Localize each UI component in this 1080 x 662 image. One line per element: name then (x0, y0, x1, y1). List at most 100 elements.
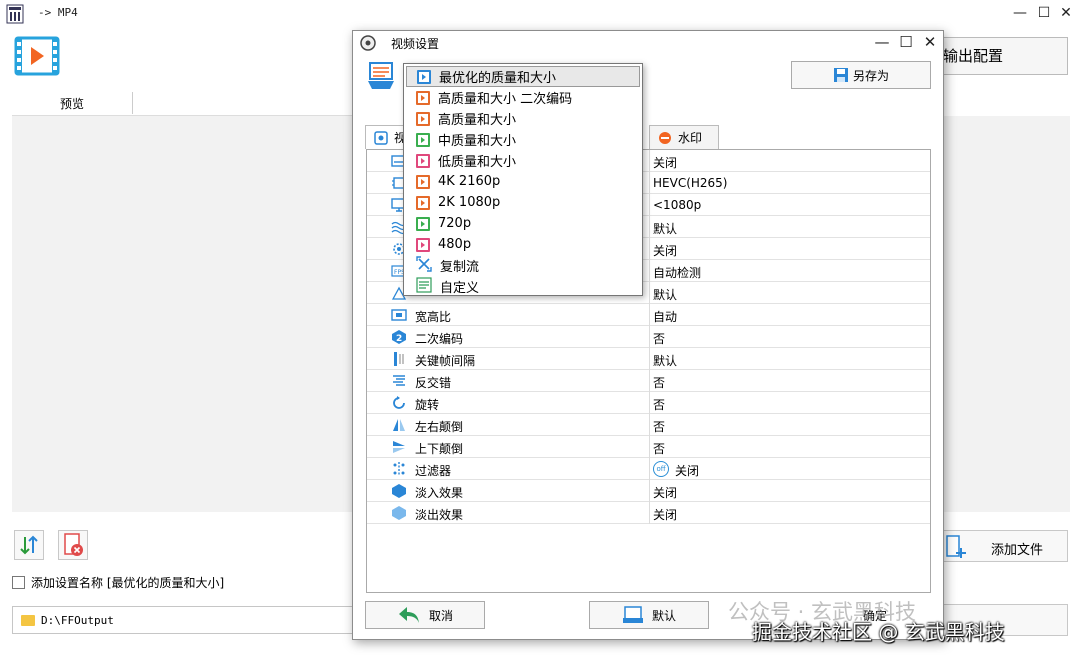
setting-value[interactable]: HEVC(H265) (653, 176, 727, 190)
settings-row[interactable]: 上下颠倒 否 (367, 436, 930, 458)
custom-profile-icon (416, 276, 432, 297)
setting-value[interactable]: 否 (653, 440, 665, 457)
clear-list-button[interactable] (58, 530, 88, 560)
preset-option[interactable]: 中质量和大小 (406, 129, 640, 150)
setting-value[interactable]: 关闭 (653, 506, 677, 523)
dialog-title-bar: 视频设置 — ☐ ✕ (353, 31, 943, 55)
setting-value[interactable]: 否 (653, 374, 665, 391)
film-icon (416, 174, 430, 189)
save-name-checkbox[interactable] (12, 576, 25, 589)
film-icon (416, 153, 430, 168)
save-name-label: 添加设置名称 [最优化的质量和大小] (31, 576, 225, 590)
watermark-tab-icon (659, 131, 671, 144)
main-window-title: -> MP4 (38, 6, 78, 19)
setting-value[interactable]: 关闭 (653, 154, 677, 171)
save-name-option[interactable]: 添加设置名称 [最优化的质量和大小] (12, 574, 224, 591)
delete-file-icon (64, 533, 83, 556)
settings-row[interactable]: 反交错 否 (367, 370, 930, 392)
keyframe-icon (391, 351, 407, 367)
settings-row[interactable]: 旋转 否 (367, 392, 930, 414)
setting-value[interactable]: 默认 (653, 220, 677, 237)
column-divider (649, 436, 650, 458)
copy-stream-icon (416, 255, 432, 276)
add-file-button[interactable]: 添加文件 (934, 530, 1068, 562)
maximize-icon[interactable]: ☐ (1036, 5, 1052, 21)
setting-value[interactable]: 否 (653, 418, 665, 435)
settings-row[interactable]: 2 二次编码 否 (367, 326, 930, 348)
dialog-close-icon[interactable]: ✕ (921, 33, 939, 51)
preset-option[interactable]: 480p (406, 234, 640, 255)
preset-option[interactable]: 4K 2160p (406, 171, 640, 192)
column-divider (649, 150, 650, 172)
preset-option-label: 4K 2160p (438, 174, 501, 189)
preset-option[interactable]: 复制流 (406, 255, 640, 276)
setting-value[interactable]: 关闭 (675, 462, 699, 479)
filter-icon (391, 461, 407, 477)
dialog-title: 视频设置 (391, 37, 440, 51)
column-divider (649, 304, 650, 326)
default-button[interactable]: 默认 (589, 601, 709, 629)
video-tab-icon (374, 130, 388, 145)
setting-name: 淡入效果 (415, 486, 464, 500)
aspect-ratio-icon (391, 307, 407, 323)
settings-row[interactable]: 宽高比 自动 (367, 304, 930, 326)
setting-name: 淡出效果 (415, 508, 464, 522)
setting-value[interactable]: 默认 (653, 352, 677, 369)
flip-horizontal-icon (391, 417, 407, 433)
preset-option[interactable]: 高质量和大小 (406, 108, 640, 129)
off-toggle-icon[interactable]: off (653, 461, 669, 477)
default-label: 默认 (651, 608, 676, 623)
preset-option-label: 中质量和大小 (438, 134, 517, 149)
setting-value[interactable]: 否 (653, 396, 665, 413)
tab-watermark-label: 水印 (678, 131, 703, 145)
setting-name: 反交错 (415, 376, 452, 390)
preset-option[interactable]: 低质量和大小 (406, 150, 640, 171)
close-icon[interactable]: ✕ (1058, 5, 1074, 21)
dialog-maximize-icon[interactable]: ☐ (897, 33, 915, 51)
setting-value[interactable]: 默认 (653, 286, 677, 303)
preset-option-label: 720p (438, 216, 472, 231)
sort-button[interactable] (14, 530, 44, 560)
preset-option[interactable]: 自定义 (406, 276, 640, 297)
film-icon (416, 216, 430, 231)
preset-option[interactable]: 720p (406, 213, 640, 234)
column-divider (649, 216, 650, 238)
column-divider (649, 282, 650, 304)
settings-row[interactable]: 淡出效果 关闭 (367, 502, 930, 524)
cancel-label: 取消 (428, 608, 453, 623)
app-icon (6, 4, 24, 24)
preset-option-label: 480p (438, 237, 472, 252)
settings-row[interactable]: 淡入效果 关闭 (367, 480, 930, 502)
preset-dropdown-list: 最优化的质量和大小 高质量和大小 二次编码 高质量和大小中质量和大小 低质量和大小 4K… (403, 63, 643, 296)
setting-value[interactable]: 关闭 (653, 484, 677, 501)
setting-value[interactable]: 关闭 (653, 242, 677, 259)
setting-value[interactable]: 自动 (653, 308, 677, 325)
setting-value[interactable]: 自动检测 (653, 264, 701, 281)
preset-option[interactable]: 高质量和大小 二次编码 (406, 87, 640, 108)
setting-name: 过滤器 (415, 464, 452, 478)
preset-option[interactable]: 最优化的质量和大小 (406, 66, 640, 87)
preset-option-label: 复制流 (440, 260, 480, 275)
preset-option[interactable]: 2K 1080p (406, 192, 640, 213)
film-icon (416, 132, 430, 147)
cancel-button[interactable]: 取消 (365, 601, 485, 629)
setting-value[interactable]: <1080p (653, 198, 701, 212)
minimize-icon[interactable]: — (1012, 5, 1028, 21)
save-icon (833, 68, 848, 82)
preset-option-label: 2K 1080p (438, 195, 501, 210)
tab-watermark[interactable]: 水印 (649, 125, 719, 149)
settings-row[interactable]: 过滤器 off 关闭 (367, 458, 930, 480)
save-as-button[interactable]: 另存为 (791, 61, 931, 89)
column-divider (649, 480, 650, 502)
svg-text:2: 2 (396, 334, 402, 344)
dialog-minimize-icon[interactable]: — (873, 33, 891, 51)
column-divider (649, 326, 650, 348)
setting-value[interactable]: 否 (653, 330, 665, 347)
settings-row[interactable]: 关键帧间隔 默认 (367, 348, 930, 370)
setting-name: 左右颠倒 (415, 420, 464, 434)
setting-name: 关键帧间隔 (415, 354, 476, 368)
output-config-button[interactable]: 输出配置 (930, 37, 1068, 75)
fade-out-icon (391, 505, 407, 521)
output-path-field[interactable]: D:\FFOutput (12, 606, 356, 634)
settings-row[interactable]: 左右颠倒 否 (367, 414, 930, 436)
